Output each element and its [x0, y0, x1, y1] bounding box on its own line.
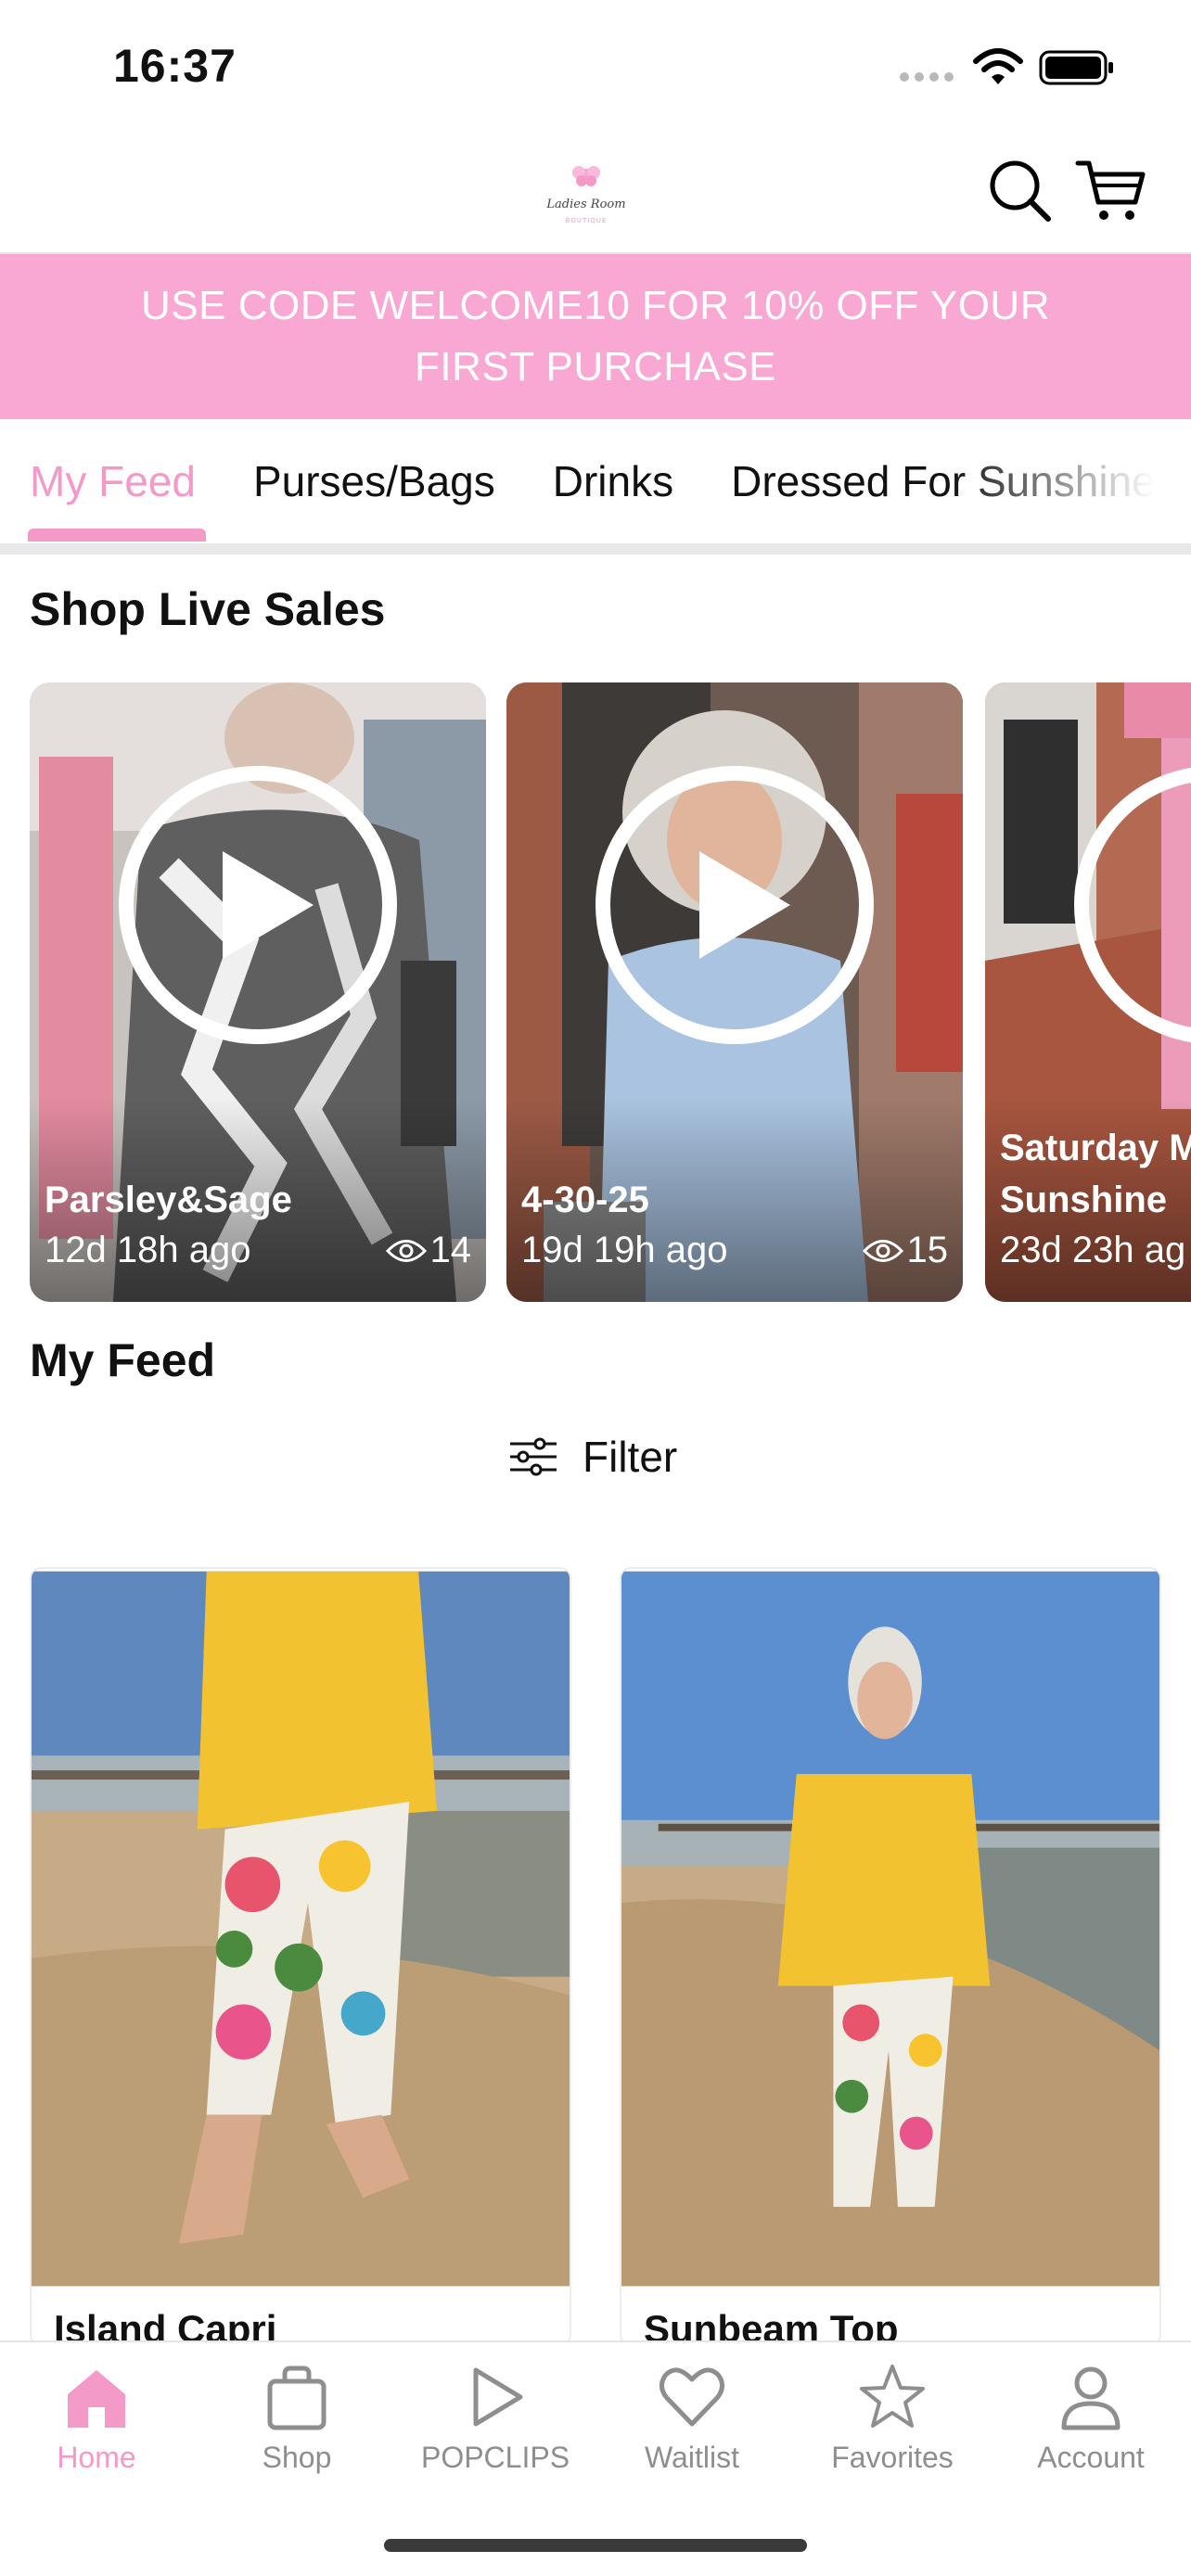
filter-icon	[510, 1437, 557, 1476]
filter-label: Filter	[583, 1433, 678, 1481]
nav-home[interactable]: Home	[4, 2363, 189, 2475]
promo-text: USE CODE WELCOME10 FOR 10% OFF YOUR FIRS…	[141, 283, 1050, 389]
active-tab-indicator	[28, 529, 206, 542]
live-sale-card[interactable]: Parsley&Sage 12d 18h ago 14	[30, 682, 486, 1302]
live-sale-time: 23d 23h ag	[1000, 1230, 1186, 1270]
search-icon[interactable]	[983, 154, 1057, 228]
bag-icon	[267, 2366, 327, 2430]
eye-icon	[862, 1239, 903, 1262]
nav-label: Home	[57, 2441, 136, 2474]
nav-waitlist[interactable]: Waitlist	[599, 2363, 785, 2475]
battery-icon	[1039, 50, 1113, 85]
product-card[interactable]: Sunbeam Top	[620, 1567, 1161, 2346]
category-tabs: My Feed Purses/Bags Drinks Dressed For S…	[0, 419, 1191, 555]
status-bar: 16:37	[0, 0, 1191, 130]
live-sale-card[interactable]: 4-30-25 19d 19h ago 15	[506, 682, 963, 1302]
logo-text: Ladies Room	[545, 198, 625, 211]
nav-label: Account	[1037, 2441, 1145, 2474]
tabs-fade	[950, 419, 1191, 543]
wifi-icon	[973, 48, 1023, 84]
view-count-value: 14	[429, 1230, 472, 1270]
nav-popclips[interactable]: POPCLIPS	[403, 2363, 588, 2475]
heart-icon	[660, 2367, 724, 2427]
live-sale-title: 4-30-25	[521, 1180, 649, 1220]
tab-drinks[interactable]: Drinks	[553, 456, 673, 506]
nav-account[interactable]: Account	[998, 2363, 1184, 2475]
product-card[interactable]: Island Capri	[30, 1567, 571, 2346]
signal-icon	[900, 72, 954, 82]
person-icon	[1061, 2366, 1121, 2430]
nav-label: Favorites	[831, 2441, 954, 2474]
app-header: Ladies Room BOUTIQUE	[0, 130, 1191, 254]
nav-favorites[interactable]: Favorites	[800, 2363, 985, 2475]
nav-label: Shop	[262, 2441, 332, 2474]
live-sale-title: Saturday M Sunshine	[1000, 1128, 1191, 1220]
nav-shop[interactable]: Shop	[204, 2363, 390, 2475]
tab-my-feed[interactable]: My Feed	[30, 456, 196, 506]
nav-label: Waitlist	[645, 2441, 739, 2474]
status-time: 16:37	[113, 40, 237, 92]
live-sale-card[interactable]: Saturday M Sunshine 23d 23h ag	[985, 682, 1191, 1302]
live-sale-time: 12d 18h ago	[45, 1230, 251, 1270]
logo-subtext: BOUTIQUE	[566, 217, 608, 224]
home-icon	[68, 2370, 125, 2428]
feed-title: My Feed	[30, 1334, 216, 1386]
brand-logo[interactable]: Ladies Room BOUTIQUE	[540, 152, 633, 245]
eye-icon	[385, 1239, 427, 1262]
nav-label: POPCLIPS	[420, 2441, 570, 2474]
filter-button[interactable]: Filter	[508, 1432, 677, 1482]
promo-banner[interactable]: USE CODE WELCOME10 FOR 10% OFF YOUR FIRS…	[0, 254, 1191, 419]
live-sale-time: 19d 19h ago	[521, 1230, 728, 1270]
product-image	[621, 1571, 1159, 2287]
home-indicator	[384, 2539, 807, 2552]
live-sale-title: Parsley&Sage	[45, 1180, 292, 1220]
product-image	[32, 1571, 570, 2287]
tab-purses-bags[interactable]: Purses/Bags	[253, 456, 495, 506]
live-sales-title: Shop Live Sales	[30, 583, 386, 635]
view-count: 15	[862, 1230, 949, 1271]
star-icon	[860, 2365, 925, 2428]
view-count: 14	[385, 1230, 472, 1271]
divider	[0, 543, 1191, 555]
cart-icon[interactable]	[1074, 154, 1148, 228]
play-icon	[473, 2367, 523, 2427]
view-count-value: 15	[906, 1230, 949, 1270]
